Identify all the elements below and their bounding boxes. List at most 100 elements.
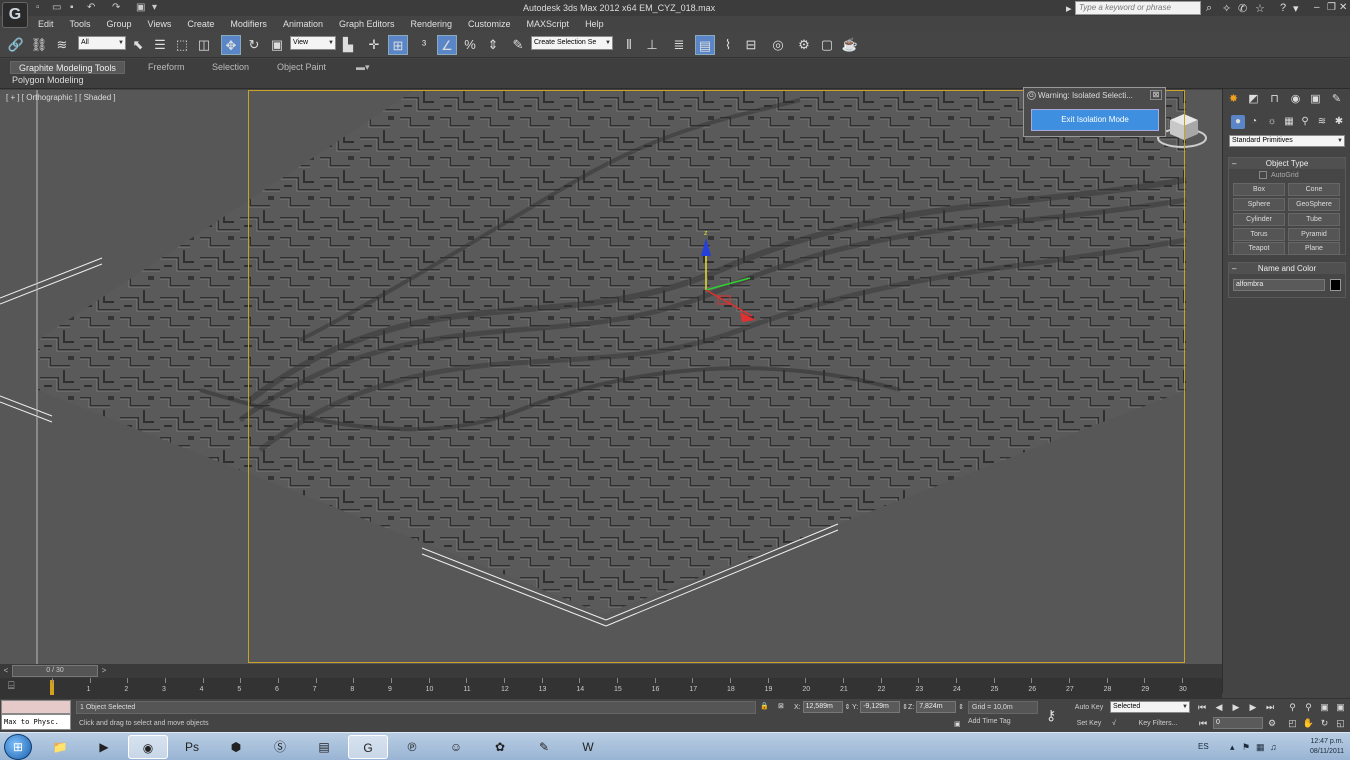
named-selection-dropdown[interactable]: Create Selection Se <box>531 36 613 50</box>
window-crossing-icon[interactable]: ◫ <box>194 35 214 55</box>
edit-named-selection-icon[interactable]: ✎ <box>508 35 528 55</box>
select-and-move-icon[interactable]: ✥ <box>221 35 241 55</box>
viewport-label[interactable]: [ + ] [ Orthographic ] [ Shaded ] <box>6 93 116 102</box>
graphite-toggle-icon[interactable]: ▤ <box>695 35 715 55</box>
orbit-icon[interactable]: ↻ <box>1318 717 1331 730</box>
menu-views[interactable]: Views <box>140 16 180 32</box>
layer-manager-icon[interactable]: ≣ <box>669 35 689 55</box>
pyramid-button[interactable]: Pyramid <box>1288 228 1340 241</box>
object-name-field[interactable]: alfombra <box>1233 279 1325 291</box>
tab-selection[interactable]: Selection <box>204 61 257 74</box>
geosphere-button[interactable]: GeoSphere <box>1288 198 1340 211</box>
name-and-color-header[interactable]: Name and Color <box>1229 263 1345 274</box>
show-hidden-icons-icon[interactable]: ▴ <box>1230 742 1235 753</box>
hierarchy-panel-icon[interactable]: ⊓ <box>1267 92 1282 107</box>
systems-icon[interactable]: ✱ <box>1332 115 1346 129</box>
maximize-viewport-icon[interactable]: ◱ <box>1334 717 1347 730</box>
key-filters-button[interactable]: Key Filters... <box>1128 717 1188 730</box>
go-to-end-icon[interactable]: ⏭ <box>1263 701 1277 714</box>
x-coordinate-field[interactable]: 12,589m <box>802 701 843 713</box>
space-warps-icon[interactable]: ≋ <box>1315 115 1329 129</box>
drawing-app-icon[interactable]: ✎ <box>524 735 564 759</box>
minimize-icon[interactable]: – <box>1314 2 1320 13</box>
redo-icon[interactable]: ↷ <box>112 2 120 13</box>
tab-object-paint[interactable]: Object Paint <box>269 61 334 74</box>
snap-toggle-icon[interactable]: ³ <box>414 35 434 55</box>
schematic-view-icon[interactable]: ⊟ <box>741 35 761 55</box>
next-frame-button[interactable]: > <box>99 665 109 677</box>
track-bar[interactable]: ⌸ 1 2 3 4 5 6 7 8 9 10 11 12 13 14 15 16 17 18 19 20 21 22 23 2… <box>0 678 1222 698</box>
shapes-icon[interactable]: ◔ <box>1247 115 1261 129</box>
firefox-icon[interactable]: ◉ <box>128 735 168 759</box>
word-icon[interactable]: W <box>568 735 608 759</box>
play-icon[interactable]: ▶ <box>1229 701 1243 714</box>
security-flag-icon[interactable]: ⚑ <box>1242 742 1250 753</box>
menu-group[interactable]: Group <box>99 16 140 32</box>
time-tag-icon[interactable]: ▣ <box>954 719 961 730</box>
teapot-button[interactable]: Teapot <box>1233 242 1285 255</box>
select-and-scale-icon[interactable]: ▣ <box>267 35 287 55</box>
menu-tools[interactable]: Tools <box>62 16 99 32</box>
cone-button[interactable]: Cone <box>1288 183 1340 196</box>
curve-editor-icon[interactable]: ⌇ <box>718 35 738 55</box>
add-time-tag-button[interactable]: Add Time Tag <box>968 718 1011 725</box>
cameras-icon[interactable]: ▦ <box>1282 115 1296 129</box>
z-coordinate-field[interactable]: 7,824m <box>916 701 957 713</box>
spinner-snap-icon[interactable]: ⇕ <box>483 35 503 55</box>
zoom-icon[interactable]: ⚲ <box>1286 701 1299 714</box>
render-setup-icon[interactable]: ⚙ <box>794 35 814 55</box>
restore-icon[interactable]: ❐ <box>1327 2 1336 13</box>
key-mode-dropdown[interactable]: Selected <box>1110 701 1190 713</box>
unlink-icon[interactable]: ⛓ <box>29 35 49 55</box>
menu-create[interactable]: Create <box>179 16 222 32</box>
subscription-icon[interactable]: ✧ <box>1222 2 1231 15</box>
explorer-icon[interactable]: 📁 <box>40 735 80 759</box>
chevron-down-icon[interactable]: ▾ <box>152 2 157 13</box>
subtab-polygon-modeling[interactable]: Polygon Modeling <box>12 75 84 85</box>
keyboard-shortcut-override-icon[interactable]: ⊞ <box>388 35 408 55</box>
chevron-down-icon[interactable]: ▾ <box>1293 2 1299 15</box>
ribbon-options-icon[interactable]: ▬▾ <box>348 61 378 74</box>
messenger-icon[interactable]: ☺ <box>436 735 476 759</box>
close-icon[interactable]: ✕ <box>1339 2 1347 13</box>
utilities-panel-icon[interactable]: ✎ <box>1329 92 1344 107</box>
mirror-icon[interactable]: ⫴ <box>619 35 639 55</box>
bind-space-warp-icon[interactable]: ≋ <box>52 35 72 55</box>
viewport-orthographic[interactable]: z [ + ] [ Orthographic ] [ Shaded ] <box>0 90 1222 664</box>
cylinder-button[interactable]: Cylinder <box>1233 213 1285 226</box>
go-to-start-icon[interactable]: ⏮ <box>1195 701 1209 714</box>
next-frame-icon[interactable]: ▶ <box>1246 701 1260 714</box>
photoshop-icon[interactable]: Ps <box>172 735 212 759</box>
align-icon[interactable]: ⊥ <box>642 35 662 55</box>
menu-maxscript[interactable]: MAXScript <box>519 16 578 32</box>
select-object-icon[interactable]: ⬉ <box>128 35 148 55</box>
pan-view-icon[interactable]: ✋ <box>1302 717 1315 730</box>
box-button[interactable]: Box <box>1233 183 1285 196</box>
open-file-icon[interactable]: ▭ <box>52 2 61 13</box>
time-slider-thumb[interactable]: 0 / 30 <box>12 665 98 677</box>
maxscript-listener-input[interactable]: Max to Physc. <box>1 714 71 730</box>
start-button-icon[interactable]: ⊞ <box>4 734 32 760</box>
undo-icon[interactable]: ↶ <box>87 2 95 13</box>
key-icon[interactable]: ⚷ <box>1046 707 1056 724</box>
key-curve-icon[interactable]: √ <box>1112 718 1116 729</box>
tube-button[interactable]: Tube <box>1288 213 1340 226</box>
3ds-max-taskbar-icon[interactable]: G <box>348 735 388 759</box>
object-type-header[interactable]: Object Type <box>1229 158 1345 169</box>
rendered-frame-window-icon[interactable]: ▢ <box>817 35 837 55</box>
new-file-icon[interactable]: ▫ <box>36 2 40 13</box>
communication-center-icon[interactable]: ✆ <box>1238 2 1247 15</box>
previous-frame-icon[interactable]: ◀ <box>1212 701 1226 714</box>
menu-rendering[interactable]: Rendering <box>403 16 461 32</box>
autogrid-checkbox[interactable]: AutoGrid <box>1259 171 1299 179</box>
exit-isolation-mode-button[interactable]: Exit Isolation Mode <box>1031 109 1159 131</box>
menu-modifiers[interactable]: Modifiers <box>222 16 275 32</box>
network-app-icon[interactable]: ✿ <box>480 735 520 759</box>
binoculars-icon[interactable]: ⌕ <box>1206 2 1212 15</box>
current-frame-field[interactable]: 0 <box>1213 717 1263 729</box>
select-by-name-icon[interactable]: ☰ <box>150 35 170 55</box>
set-key-button[interactable]: Set Key <box>1070 717 1108 730</box>
skype-icon[interactable]: Ⓢ <box>260 735 300 759</box>
manipulate-icon[interactable]: ✛ <box>364 35 384 55</box>
taskbar-clock[interactable]: 12:47 p.m. 08/11/2011 <box>1306 737 1348 757</box>
